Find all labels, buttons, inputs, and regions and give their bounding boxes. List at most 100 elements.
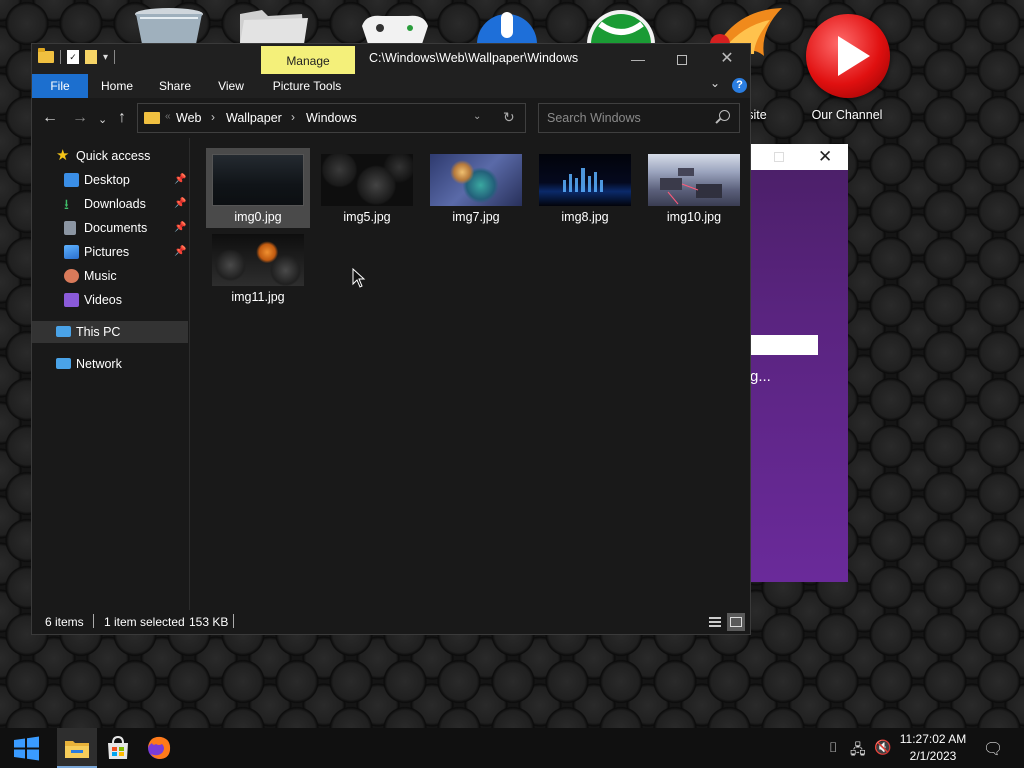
tab-share[interactable]: Share bbox=[154, 74, 196, 98]
network-status-icon[interactable]: 🖧 bbox=[850, 739, 866, 763]
taskbar-microsoft-store[interactable] bbox=[98, 728, 138, 768]
file-explorer-window[interactable]: ✓ ▾ Manage C:\Windows\Web\Wallpaper\Wind… bbox=[31, 43, 751, 635]
back-button[interactable]: ← bbox=[42, 108, 58, 128]
close-icon[interactable]: ✕ bbox=[818, 147, 832, 167]
tab-file[interactable]: File bbox=[32, 74, 88, 98]
minimize-button[interactable]: — bbox=[618, 48, 658, 70]
nav-item-downloads[interactable]: ⭳ Downloads 📌 bbox=[32, 193, 188, 215]
title-bar[interactable]: ✓ ▾ Manage C:\Windows\Web\Wallpaper\Wind… bbox=[32, 44, 750, 74]
new-folder-icon[interactable] bbox=[85, 50, 97, 64]
nav-item-label: Music bbox=[84, 269, 117, 283]
background-window-input[interactable] bbox=[750, 335, 818, 355]
search-icon bbox=[719, 110, 730, 121]
file-tile-img7[interactable]: img7.jpg bbox=[424, 148, 528, 228]
status-divider bbox=[93, 614, 94, 628]
xbox-controller-icon bbox=[362, 15, 428, 44]
expand-ribbon-chevron-icon[interactable]: ⌄ bbox=[710, 76, 720, 90]
tab-picture-tools[interactable]: Picture Tools bbox=[266, 74, 348, 98]
status-bar: 6 items 1 item selected 153 KB bbox=[32, 610, 750, 634]
tab-home[interactable]: Home bbox=[96, 74, 138, 98]
volume-muted-icon[interactable]: 🔇 bbox=[874, 739, 891, 756]
usb-device-icon[interactable]: ⌷ bbox=[829, 739, 837, 756]
forward-button[interactable]: → bbox=[72, 108, 88, 128]
file-list[interactable]: img0.jpg img5.jpg img7.jpg img8.jpg img1… bbox=[192, 138, 750, 610]
window-title: C:\Windows\Web\Wallpaper\Windows bbox=[369, 51, 579, 65]
breadcrumb-chevron-icon[interactable]: › bbox=[291, 110, 295, 124]
music-icon bbox=[64, 269, 79, 283]
pictures-icon bbox=[64, 245, 79, 259]
system-clock[interactable]: 11:27:02 AM 2/1/2023 bbox=[890, 731, 976, 765]
background-window-status-text: g... bbox=[750, 368, 771, 385]
maximize-button[interactable] bbox=[662, 48, 702, 70]
breadcrumb-windows[interactable]: Windows bbox=[306, 111, 357, 125]
microsoft-store-icon bbox=[108, 735, 128, 759]
image-thumbnail bbox=[212, 234, 304, 286]
xbox-icon bbox=[587, 10, 655, 44]
nav-item-label: Videos bbox=[84, 293, 122, 307]
large-icons-view-button[interactable] bbox=[727, 613, 745, 631]
notifications-icon[interactable]: 🗨 bbox=[983, 739, 1003, 759]
properties-icon[interactable]: ✓ bbox=[67, 50, 79, 64]
maximize-icon[interactable] bbox=[774, 152, 784, 162]
customize-toolbar-icon[interactable]: ▾ bbox=[103, 52, 108, 63]
pin-icon: 📌 bbox=[174, 174, 187, 185]
nav-item-documents[interactable]: Documents 📌 bbox=[32, 217, 188, 239]
nav-item-desktop[interactable]: Desktop 📌 bbox=[32, 169, 188, 191]
desktop-icon-our-channel[interactable]: Our Channel bbox=[800, 10, 896, 126]
clock-date: 2/1/2023 bbox=[909, 749, 957, 763]
image-thumbnail bbox=[648, 154, 740, 206]
desktop-icon-label-our-channel: Our Channel bbox=[811, 108, 883, 122]
maximize-icon bbox=[677, 55, 687, 66]
nav-item-label: This PC bbox=[76, 325, 121, 339]
file-tile-img10[interactable]: img10.jpg bbox=[642, 148, 746, 228]
image-thumbnail bbox=[430, 154, 522, 206]
taskbar-firefox[interactable] bbox=[139, 728, 179, 768]
address-history-chevron-icon[interactable]: ⌄ bbox=[473, 111, 481, 122]
close-button[interactable]: ✕ bbox=[707, 48, 747, 70]
breadcrumb-wallpaper[interactable]: Wallpaper bbox=[226, 111, 282, 125]
file-tile-img0[interactable]: img0.jpg bbox=[206, 148, 310, 228]
details-view-button[interactable] bbox=[706, 613, 724, 631]
breadcrumb-overflow-icon[interactable]: « bbox=[165, 111, 171, 122]
navigation-pane: ★ Quick access Desktop 📌 ⭳ Downloads 📌 D… bbox=[32, 138, 190, 610]
address-bar[interactable]: « Web › Wallpaper › Windows ⌄ ↻ bbox=[137, 103, 526, 133]
refresh-icon[interactable]: ↻ bbox=[503, 109, 515, 126]
tab-manage[interactable]: Manage bbox=[261, 46, 355, 74]
start-button[interactable] bbox=[6, 728, 46, 768]
taskbar: ⌷ 🖧 🔇 11:27:02 AM 2/1/2023 🗨 bbox=[0, 728, 1024, 768]
nav-item-music[interactable]: Music bbox=[32, 265, 188, 287]
breadcrumb-web[interactable]: Web bbox=[176, 111, 201, 125]
taskbar-file-explorer[interactable] bbox=[57, 728, 97, 768]
recent-locations-chevron-icon[interactable]: ⌄ bbox=[98, 110, 107, 130]
breadcrumb-chevron-icon[interactable]: › bbox=[211, 110, 215, 124]
search-input[interactable] bbox=[539, 104, 709, 132]
star-icon: ★ bbox=[56, 147, 70, 164]
file-name: img11.jpg bbox=[231, 290, 285, 304]
thumbnail-art bbox=[660, 168, 722, 205]
navigation-row: ← → ⌄ ↑ « Web › Wallpaper › Windows ⌄ ↻ bbox=[32, 98, 750, 138]
file-name: img7.jpg bbox=[452, 210, 500, 224]
file-name: img0.jpg bbox=[234, 210, 282, 224]
folder-icon bbox=[144, 112, 160, 124]
nav-item-label: Documents bbox=[84, 221, 148, 235]
pin-icon: 📌 bbox=[174, 246, 187, 257]
up-button[interactable]: ↑ bbox=[118, 108, 126, 128]
nav-item-pictures[interactable]: Pictures 📌 bbox=[32, 241, 188, 263]
help-icon[interactable]: ? bbox=[732, 78, 747, 93]
background-window-titlebar[interactable]: ✕ bbox=[750, 144, 848, 170]
tab-view[interactable]: View bbox=[212, 74, 250, 98]
nav-item-videos[interactable]: Videos bbox=[32, 289, 188, 311]
file-tile-img8[interactable]: img8.jpg bbox=[533, 148, 637, 228]
nav-item-network[interactable]: Network bbox=[32, 353, 188, 375]
youtube-play-icon bbox=[806, 14, 890, 98]
file-tile-img5[interactable]: img5.jpg bbox=[315, 148, 419, 228]
nav-item-quick-access[interactable]: ★ Quick access bbox=[32, 145, 188, 167]
nav-item-this-pc[interactable]: This PC bbox=[32, 321, 188, 343]
recycle-bin-icon bbox=[135, 8, 203, 44]
image-thumbnail bbox=[212, 154, 304, 206]
toolbar-separator bbox=[60, 50, 61, 64]
background-app-window[interactable]: ✕ g... bbox=[750, 144, 848, 582]
mouse-cursor-icon bbox=[352, 268, 366, 288]
search-box[interactable] bbox=[538, 103, 740, 133]
file-tile-img11[interactable]: img11.jpg bbox=[206, 228, 310, 308]
